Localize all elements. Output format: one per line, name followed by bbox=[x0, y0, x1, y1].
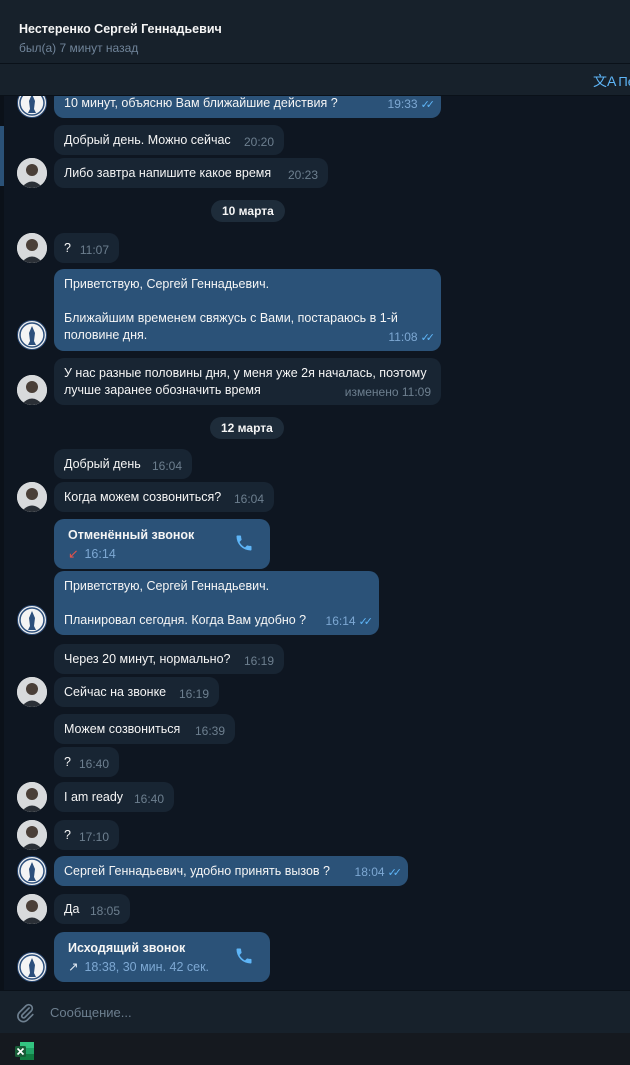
message-time: 16:40 bbox=[133, 792, 164, 806]
message-outgoing[interactable]: 10 минут, объясню Вам ближайшие действия… bbox=[54, 96, 441, 118]
message-input[interactable] bbox=[50, 1000, 610, 1024]
contact-avatar[interactable] bbox=[17, 233, 47, 263]
message-text: Либо завтра напишите какое время bbox=[64, 166, 272, 180]
message-text: Через 20 минут, нормально? bbox=[64, 652, 231, 666]
my-avatar[interactable] bbox=[17, 605, 47, 635]
message-incoming[interactable]: Сейчас на звонке 16:19 bbox=[54, 677, 219, 707]
message-text: Приветствую, Сергей Геннадьевич. Ближайш… bbox=[64, 277, 398, 342]
os-taskbar bbox=[0, 1033, 630, 1065]
message-time: 20:23 bbox=[287, 168, 318, 182]
message-time: 16:14 bbox=[325, 614, 356, 628]
message-composer bbox=[0, 990, 630, 1033]
selection-marker bbox=[0, 126, 4, 186]
message-time: изменено 11:09 bbox=[344, 385, 431, 399]
call-title: Отменённый звонок bbox=[68, 528, 195, 542]
message-time: 16:39 bbox=[194, 724, 225, 738]
date-separator: 12 марта bbox=[210, 417, 284, 439]
double-check-icon: ✓✓ bbox=[387, 867, 403, 879]
message-time: 16:04 bbox=[233, 492, 264, 506]
contact-avatar[interactable] bbox=[17, 820, 47, 850]
contact-avatar[interactable] bbox=[17, 677, 47, 707]
message-incoming[interactable]: ? 16:40 bbox=[54, 747, 119, 777]
last-seen-status: был(а) 7 минут назад bbox=[19, 41, 139, 55]
message-time: 16:04 bbox=[151, 459, 182, 473]
excel-icon[interactable] bbox=[14, 1040, 36, 1062]
message-incoming[interactable]: Через 20 минут, нормально? 16:19 bbox=[54, 644, 284, 674]
my-avatar[interactable] bbox=[17, 856, 47, 886]
message-text: Сергей Геннадьевич, удобно принять вызов… bbox=[64, 864, 330, 878]
call-bubble-canceled[interactable]: Отменённый звонок ↙ 16:14 bbox=[54, 519, 270, 569]
contact-avatar[interactable] bbox=[17, 894, 47, 924]
my-avatar[interactable] bbox=[17, 320, 47, 350]
message-incoming[interactable]: I am ready 16:40 bbox=[54, 782, 174, 812]
message-text: Приветствую, Сергей Геннадьевич. Планиро… bbox=[64, 579, 307, 627]
message-time: 16:19 bbox=[243, 654, 274, 668]
message-incoming[interactable]: Добрый день. Можно сейчас 20:20 bbox=[54, 125, 284, 155]
message-incoming[interactable]: Когда можем созвониться? 16:04 bbox=[54, 482, 274, 512]
translate-button[interactable]: 文AПе bbox=[593, 71, 630, 91]
double-check-icon: ✓✓ bbox=[420, 332, 436, 344]
message-time: 18:05 bbox=[89, 904, 120, 918]
phone-icon[interactable] bbox=[234, 946, 254, 966]
message-time: 17:10 bbox=[78, 830, 109, 844]
translate-icon: 文A bbox=[593, 73, 617, 89]
call-time: 16:14 bbox=[84, 547, 116, 561]
message-incoming[interactable]: Либо завтра напишите какое время 20:23 bbox=[54, 158, 328, 188]
outgoing-call-arrow-icon: ↗ bbox=[68, 960, 79, 974]
message-incoming[interactable]: Добрый день 16:04 bbox=[54, 449, 192, 479]
message-list[interactable]: 10 минут, объясню Вам ближайшие действия… bbox=[0, 96, 630, 990]
my-avatar[interactable] bbox=[17, 952, 47, 982]
translate-label: Пе bbox=[618, 74, 630, 89]
phone-icon[interactable] bbox=[234, 533, 254, 553]
message-time: 16:19 bbox=[178, 687, 209, 701]
message-time: 11:08 bbox=[388, 330, 418, 344]
contact-avatar[interactable] bbox=[17, 375, 47, 405]
call-title: Исходящий звонок bbox=[68, 941, 186, 955]
call-duration: 18:38, 30 мин. 42 сек. bbox=[84, 960, 210, 974]
paperclip-icon[interactable] bbox=[14, 1002, 36, 1024]
my-avatar[interactable] bbox=[17, 96, 47, 118]
message-outgoing[interactable]: Приветствую, Сергей Геннадьевич. Планиро… bbox=[54, 571, 379, 635]
message-incoming[interactable]: ? 17:10 bbox=[54, 820, 119, 850]
message-time: 11:07 bbox=[79, 243, 109, 257]
contact-avatar[interactable] bbox=[17, 158, 47, 188]
message-text: 10 минут, объясню Вам ближайшие действия… bbox=[64, 96, 338, 110]
message-time: 19:33 bbox=[387, 97, 418, 111]
call-bubble-outgoing[interactable]: Исходящий звонок ↗ 18:38, 30 мин. 42 сек. bbox=[54, 932, 270, 982]
contact-avatar[interactable] bbox=[17, 482, 47, 512]
chat-header[interactable]: Нестеренко Сергей Геннадьевич был(а) 7 м… bbox=[0, 0, 630, 64]
message-outgoing[interactable]: Приветствую, Сергей Геннадьевич. Ближайш… bbox=[54, 269, 441, 351]
message-time: 16:40 bbox=[78, 757, 109, 771]
translate-bar: 文AПе bbox=[0, 64, 630, 96]
message-incoming[interactable]: У нас разные половины дня, у меня уже 2я… bbox=[54, 358, 441, 405]
chat-left-strip bbox=[0, 96, 4, 990]
double-check-icon: ✓✓ bbox=[420, 99, 436, 111]
message-incoming[interactable]: Да 18:05 bbox=[54, 894, 130, 924]
date-separator: 10 марта bbox=[211, 200, 285, 222]
double-check-icon: ✓✓ bbox=[358, 616, 374, 628]
message-time: 18:04 bbox=[354, 865, 385, 879]
message-incoming[interactable]: Можем созвониться 16:39 bbox=[54, 714, 235, 744]
message-time: 20:20 bbox=[243, 135, 274, 149]
missed-call-arrow-icon: ↙ bbox=[68, 547, 79, 561]
message-text: Добрый день. Можно сейчас bbox=[64, 133, 231, 147]
message-outgoing[interactable]: Сергей Геннадьевич, удобно принять вызов… bbox=[54, 856, 408, 886]
chat-title[interactable]: Нестеренко Сергей Геннадьевич bbox=[19, 22, 222, 36]
message-incoming[interactable]: ? 11:07 bbox=[54, 233, 119, 263]
contact-avatar[interactable] bbox=[17, 782, 47, 812]
